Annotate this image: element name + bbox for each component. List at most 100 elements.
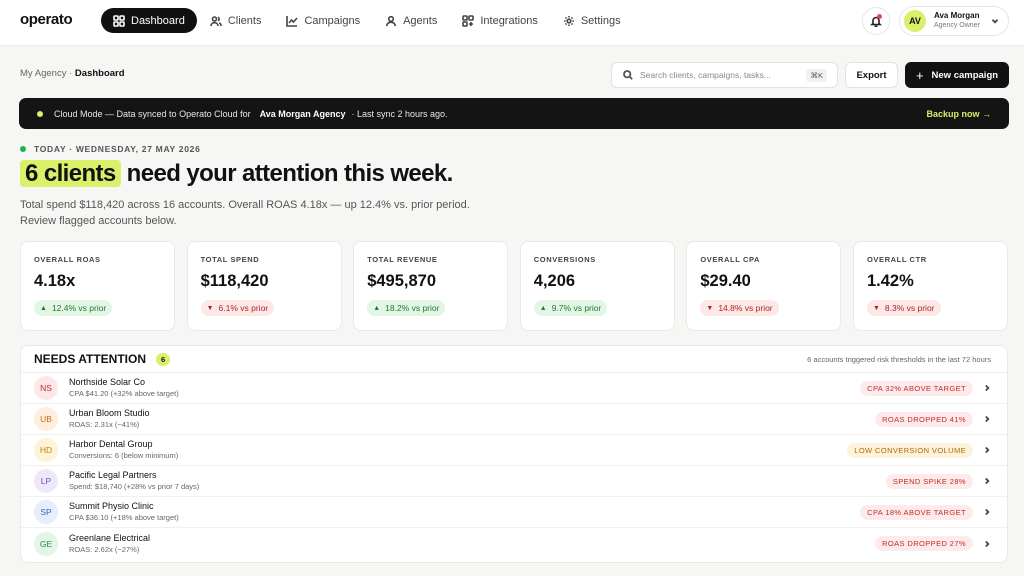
chevron-down-icon [991,19,999,24]
chevron-right-icon [985,415,990,423]
user-name: Ava Morgan [934,11,980,20]
breadcrumb-parent[interactable]: My Agency [20,68,66,79]
client-avatar: UB [34,407,58,431]
breadcrumb-current: Dashboard [74,68,125,79]
kpi-label: CONVERSIONS [533,255,596,264]
client-avatar: GE [34,531,58,556]
kpi-cards: OVERALL ROAS 4.18x ▲ 12.4% vs prior TOTAL… [20,241,1008,331]
chevron-right-icon [985,477,990,485]
row-text: Urban Bloom Studio ROAS: 2.31x (−41%) [69,408,150,430]
chevron-right-icon [985,384,990,392]
agent-icon [386,15,397,26]
headline-highlight: 6 clients [20,160,121,187]
notifications-button[interactable] [862,7,890,35]
kpi-delta-text: 8.3% vs prior [884,303,935,313]
kpi-delta-text: 18.2% vs prior [385,303,440,313]
attention-row[interactable]: NS Northside Solar Co CPA $41.20 (+32% abo… [21,373,1007,404]
risk-tag: SPEND SPIKE 28% [885,473,973,489]
backup-now-link[interactable]: Backup now → [926,109,991,119]
nav-integrations[interactable]: Integrations [450,8,549,33]
kpi-label: OVERALL ROAS [34,255,101,264]
kpi-card-ctr[interactable]: OVERALL CTR 1.42% ▼ 8.3% vs prior [852,241,1008,331]
kpi-label: TOTAL SPEND [200,255,260,264]
client-avatar: SP [34,500,58,524]
avatar: AV [904,10,926,32]
needs-attention-count-badge: 6 [156,352,171,366]
kpi-card-cpa[interactable]: OVERALL CPA $29.40 ▼ 14.8% vs prior [686,241,842,331]
nav-campaigns[interactable]: Campaigns [274,8,372,33]
attention-row[interactable]: LP Pacific Legal Partners Spend: $18,740 (… [21,466,1007,497]
risk-tag: ROAS DROPPED 27% [875,536,973,551]
risk-tag: ROAS DROPPED 41% [875,411,973,427]
chevron-right-icon [985,508,990,516]
export-button[interactable]: Export [845,62,898,88]
nav-clients[interactable]: Clients [198,8,274,33]
nav-agents[interactable]: Agents [373,8,449,33]
kpi-delta-badge: ▼ 14.8% vs prior [700,300,779,316]
attention-row[interactable]: SP Summit Physio Clinic CPA $36.10 (+18% a… [21,497,1007,528]
client-name: Harbor Dental Group [69,439,153,449]
nav-dashboard[interactable]: Dashboard [101,8,197,33]
kpi-card-conversions[interactable]: CONVERSIONS 4,206 ▲ 9.7% vs prior [519,241,675,331]
kpi-value: $495,870 [367,272,437,290]
kpi-card-revenue[interactable]: TOTAL REVENUE $495,870 ▲ 18.2% vs prior [353,241,509,331]
client-avatar: LP [34,469,58,493]
app-logo[interactable]: operato [20,11,73,28]
user-menu[interactable]: AV Ava Morgan Agency Owner [899,6,1009,36]
search-input[interactable] [640,70,790,80]
chevron-right-icon [985,446,990,454]
risk-tag: CPA 32% ABOVE TARGET [860,380,973,396]
kpi-value: $118,420 [200,272,269,290]
needs-attention-title: NEEDS ATTENTION [34,352,147,366]
kpi-value: 4,206 [533,272,576,290]
attention-row[interactable]: UB Urban Bloom Studio ROAS: 2.31x (−41%) RO… [21,404,1007,435]
search-icon [623,70,633,80]
attention-list: NS Northside Solar Co CPA $41.20 (+32% abo… [21,373,1007,559]
client-detail: CPA $41.20 (+32% above target) [69,389,179,398]
client-detail: Conversions: 6 (below minimum) [69,451,179,460]
nav-dashboard-label: Dashboard [131,14,185,27]
attention-row[interactable]: GE Greenlane Electrical ROAS: 2.62x (−27%)… [21,528,1007,559]
attention-row[interactable]: HD Harbor Dental Group Conversions: 6 (bel… [21,435,1007,466]
user-info: Ava Morgan Agency Owner [934,11,980,31]
banner-prefix: Cloud Mode — Data synced to Operato Clou… [54,108,251,119]
client-name: Pacific Legal Partners [69,470,157,480]
arrow-up-icon: ▲ [539,304,547,312]
nav-integrations-label: Integrations [480,14,538,27]
chart-line-icon [286,15,299,27]
banner-agency: Ava Morgan Agency [259,108,346,119]
kpi-card-roas[interactable]: OVERALL ROAS 4.18x ▲ 12.4% vs prior [20,241,175,331]
row-text: Greenlane Electrical ROAS: 2.62x (−27%) [69,533,150,555]
main-nav: Dashboard Clients Campaigns Agents Integ… [101,8,634,33]
row-text: Harbor Dental Group Conversions: 6 (below… [69,439,178,461]
breadcrumb: My Agency · Dashboard [20,68,125,79]
breadcrumb-separator: · [69,68,73,79]
kpi-delta-badge: ▼ 8.3% vs prior [866,300,941,316]
client-name: Greenlane Electrical [69,532,151,543]
grid-icon [113,14,125,27]
live-dot-icon [20,146,26,152]
nav-settings[interactable]: Settings [551,8,633,33]
cloud-mode-banner: Cloud Mode — Data synced to Operato Clou… [19,98,1009,129]
new-campaign-button[interactable]: + New campaign [905,62,1009,88]
row-text: Pacific Legal Partners Spend: $18,740 (+2… [69,470,199,492]
client-detail: Spend: $18,740 (+28% vs prior 7 days) [69,482,200,491]
risk-tag: CPA 18% ABOVE TARGET [860,504,973,520]
user-role: Agency Owner [934,22,980,29]
kpi-value: 1.42% [866,272,914,290]
kpi-card-spend[interactable]: TOTAL SPEND $118,420 ▼ 6.1% vs prior [186,241,342,331]
kpi-delta-text: 9.7% vs prior [551,303,602,313]
search-box[interactable]: ⌘K [611,62,838,88]
apps-icon [462,14,475,27]
arrow-down-icon: ▼ [206,304,214,312]
needs-attention-header: NEEDS ATTENTION 6 6 accounts triggered r… [21,346,1007,373]
new-campaign-label: New campaign [931,69,999,81]
users-icon [210,15,222,26]
row-text: Northside Solar Co CPA $41.20 (+32% above… [69,377,179,399]
kpi-delta-badge: ▲ 18.2% vs prior [367,300,446,316]
kpi-delta-badge: ▲ 12.4% vs prior [34,300,113,316]
row-text: Summit Physio Clinic CPA $36.10 (+18% abo… [69,501,179,523]
client-detail: CPA $36.10 (+18% above target) [69,513,179,522]
kpi-value: $29.40 [700,272,751,290]
kpi-value: 4.18x [34,272,76,290]
